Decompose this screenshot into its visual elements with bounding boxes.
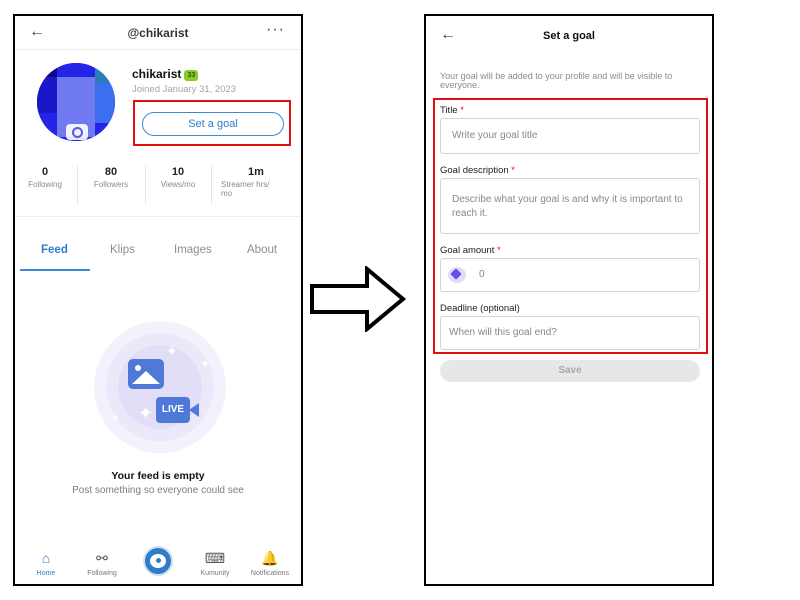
profile-handle: @chikarist	[127, 26, 189, 40]
title-label: Title	[440, 105, 458, 116]
set-goal-button[interactable]: Set a goal	[142, 112, 284, 136]
tab-images[interactable]: Images	[174, 244, 212, 256]
visibility-notice: Your goal will be added to your profile …	[440, 71, 673, 90]
profile-topbar: ← @chikarist ···	[15, 16, 301, 50]
bell-icon: 🔔	[261, 550, 279, 566]
sparkle-icon: ✦	[112, 413, 120, 423]
stat-value: 0	[41, 166, 49, 178]
stat-value: 1m	[248, 166, 264, 178]
empty-feed-subtitle: Post something so everyone could see	[72, 485, 244, 496]
profile-stats: 0 Following 80 Followers 10 Views/mo 1m …	[15, 166, 301, 211]
bottom-nav: ⌂ Home ⚯ Following ⌨ Kumunity 🔔 Notifica…	[15, 546, 301, 584]
stat-label: Views/mo	[160, 180, 196, 189]
divider	[15, 216, 301, 217]
required-mark: *	[460, 105, 464, 116]
description-label-row: Goal description *	[440, 165, 515, 176]
deadline-label: Deadline (optional)	[440, 303, 520, 314]
active-tab-indicator	[20, 269, 90, 271]
goal-description-input[interactable]: Describe what your goal is and why it is…	[440, 178, 700, 234]
stat-label: Streamer hrs/ mo	[221, 180, 270, 198]
nav-notifications[interactable]: 🔔 Notifications	[240, 550, 300, 577]
stat-value: 10	[171, 166, 185, 178]
sparkle-icon: ✦	[138, 403, 154, 423]
title-label-row: Title *	[440, 105, 464, 116]
nav-label: Kumunity	[200, 570, 230, 577]
goal-amount-input[interactable]: 0	[440, 258, 700, 292]
home-icon: ⌂	[41, 550, 51, 566]
stat-streamer-hours: 1m Streamer hrs/ mo	[221, 166, 297, 198]
required-mark: *	[511, 165, 515, 176]
nav-label: Home	[36, 570, 56, 577]
required-mark: *	[497, 245, 501, 256]
nav-following[interactable]: ⚯ Following	[72, 550, 132, 577]
tab-klips[interactable]: Klips	[110, 244, 135, 256]
divider	[211, 166, 212, 204]
live-camera-icon: LIVE	[156, 397, 199, 423]
empty-feed-title: Your feed is empty	[111, 470, 205, 482]
amount-label: Goal amount	[440, 245, 495, 256]
tab-feed[interactable]: Feed	[41, 244, 68, 256]
empty-feed-illustration: LIVE ✦ ✦ ✦ ✦	[94, 321, 226, 453]
stat-following[interactable]: 0 Following	[19, 166, 71, 189]
camera-icon[interactable]	[66, 124, 88, 140]
description-label: Goal description	[440, 165, 509, 176]
nav-kumunity[interactable]: ⌨ Kumunity	[185, 550, 245, 577]
joined-date: Joined January 31, 2023	[132, 84, 237, 95]
stat-label: Followers	[93, 180, 129, 189]
nav-home[interactable]: ⌂ Home	[16, 550, 76, 577]
stat-value: 80	[104, 166, 118, 178]
divider	[145, 166, 146, 204]
nav-label: Following	[87, 570, 117, 577]
gem-icon	[448, 267, 466, 283]
people-icon: ⚯	[96, 550, 108, 566]
profile-username: chikarist	[132, 67, 182, 81]
mascot-center-button[interactable]	[143, 546, 173, 576]
nav-label: Notifications	[250, 570, 290, 577]
tab-about[interactable]: About	[247, 244, 277, 256]
page-title: Set a goal	[543, 30, 595, 42]
profile-screen: ← @chikarist ··· chikarist 33 Joined Janu…	[13, 14, 303, 586]
image-icon	[128, 359, 164, 389]
save-button[interactable]: Save	[440, 360, 700, 382]
chat-icon: ⌨	[204, 550, 226, 566]
transition-arrow-icon	[310, 266, 407, 332]
goal-title-input[interactable]: Write your goal title	[440, 118, 700, 154]
stat-followers[interactable]: 80 Followers	[83, 166, 139, 189]
level-badge: 33	[184, 70, 199, 81]
amount-label-row: Goal amount *	[440, 245, 501, 256]
set-goal-screen: ← Set a goal Your goal will be added to …	[424, 14, 714, 586]
more-dots-icon[interactable]: ···	[266, 21, 285, 39]
sparkle-icon: ✦	[166, 343, 178, 359]
deadline-input[interactable]: When will this goal end?	[440, 316, 700, 350]
stat-label: Following	[28, 180, 62, 189]
sparkle-icon: ✦	[200, 357, 211, 371]
live-badge: LIVE	[161, 404, 185, 415]
profile-username-row: chikarist 33	[132, 67, 199, 81]
divider	[77, 166, 78, 204]
stat-views: 10 Views/mo	[149, 166, 207, 189]
